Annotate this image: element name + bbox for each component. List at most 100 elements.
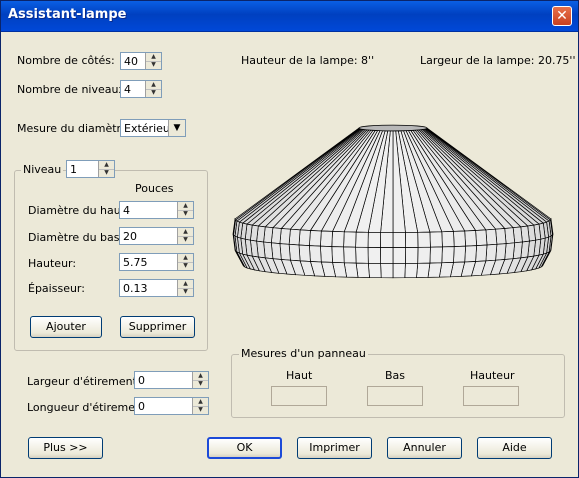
spin-down-icon[interactable]: ▼: [99, 169, 114, 177]
lamp-facet: [429, 246, 443, 264]
diameter-measure-select[interactable]: Extérieur ▼: [120, 119, 186, 137]
lamp-facet: [380, 263, 394, 279]
spin-down-icon[interactable]: ▼: [146, 61, 161, 69]
height-value[interactable]: 5.75: [123, 256, 148, 269]
lamp-facet: [355, 246, 369, 264]
lamp-facet: [279, 228, 291, 245]
stretch-width-spinner[interactable]: 0 ▲ ▼: [134, 371, 209, 389]
panel-top-label: Haut: [286, 369, 313, 382]
spin-down-icon[interactable]: ▼: [193, 380, 208, 388]
thickness-spinner[interactable]: 0.13 ▲ ▼: [119, 279, 194, 297]
title-bar: Assistant-lampe ✕: [1, 1, 578, 32]
thickness-spin-arrows[interactable]: ▲ ▼: [177, 280, 193, 296]
add-button[interactable]: Ajouter: [30, 316, 102, 338]
diameter-measure-value: Extérieur: [124, 122, 175, 135]
spin-down-icon[interactable]: ▼: [146, 89, 161, 97]
lamp-facet: [355, 262, 370, 278]
sides-value[interactable]: 40: [124, 55, 138, 68]
bottom-diameter-spinner[interactable]: 20 ▲ ▼: [119, 227, 194, 245]
lamp-facet: [427, 262, 443, 278]
lamp-facet: [441, 231, 455, 248]
height-spinner[interactable]: 5.75 ▲ ▼: [119, 253, 194, 271]
lamp-facet: [475, 229, 488, 246]
lamp-facet: [288, 243, 301, 262]
sides-spin-arrows[interactable]: ▲ ▼: [145, 53, 161, 69]
lamp-facet: [298, 244, 311, 262]
lamp-facet: [331, 231, 345, 248]
bottom-diameter-value[interactable]: 20: [123, 230, 137, 243]
top-diameter-value[interactable]: 4: [123, 204, 130, 217]
bottom-diameter-label: Diamètre du bas:: [28, 231, 124, 244]
top-diameter-label: Diamètre du haut:: [28, 204, 129, 217]
lamp-facet: [475, 244, 488, 262]
lamp-facet: [453, 230, 466, 247]
lamp-preview: [232, 124, 554, 279]
levels-spinner[interactable]: 4 ▲ ▼: [120, 80, 162, 98]
panel-height-box: [463, 386, 519, 406]
spin-down-icon[interactable]: ▼: [193, 406, 208, 414]
lamp-facet: [320, 245, 333, 263]
panel-bottom-box: [367, 386, 423, 406]
lamp-facet: [331, 246, 345, 264]
lamp-facet: [417, 231, 431, 248]
lamp-facet: [417, 246, 431, 264]
sides-spinner[interactable]: 40 ▲ ▼: [120, 52, 162, 70]
height-spin-arrows[interactable]: ▲ ▼: [177, 254, 193, 270]
panel-measures-title: Mesures d'un panneau: [239, 347, 368, 360]
thickness-value[interactable]: 0.13: [123, 282, 148, 295]
levels-value[interactable]: 4: [124, 83, 131, 96]
level-value[interactable]: 1: [70, 163, 77, 176]
level-spin-arrows[interactable]: ▲ ▼: [98, 161, 114, 177]
lamp-facet: [380, 232, 394, 248]
close-icon[interactable]: ✕: [552, 6, 572, 26]
lamp-facet: [392, 263, 406, 279]
diameter-measure-label: Mesure du diamètre:: [17, 122, 132, 135]
spin-down-icon[interactable]: ▼: [178, 288, 193, 296]
lamp-facet: [380, 247, 394, 264]
ok-button[interactable]: OK: [207, 437, 282, 459]
lamp-facet: [495, 243, 507, 261]
stretch-width-spin-arrows[interactable]: ▲ ▼: [192, 372, 208, 388]
lamp-facet: [343, 231, 357, 248]
lamp-facet: [429, 231, 443, 248]
panel-bottom-label: Bas: [385, 369, 406, 382]
stretch-length-label: Longueur d'étirement:: [27, 401, 151, 414]
lamp-facet: [404, 262, 419, 279]
delete-button[interactable]: Supprimer: [120, 316, 195, 338]
lamp-facet: [309, 230, 322, 247]
spin-down-icon[interactable]: ▼: [178, 262, 193, 270]
lamp-facet: [309, 245, 322, 263]
stretch-length-spin-arrows[interactable]: ▲ ▼: [192, 398, 208, 414]
lamp-facet: [405, 231, 419, 248]
stretch-length-spinner[interactable]: 0 ▲ ▼: [134, 397, 209, 415]
lamp-facet: [485, 243, 498, 262]
sides-label: Nombre de côtés:: [17, 54, 115, 67]
lamp-facet: [441, 246, 455, 264]
stretch-length-value[interactable]: 0: [138, 400, 145, 413]
spin-down-icon[interactable]: ▼: [178, 236, 193, 244]
height-label: Hauteur:: [28, 257, 77, 270]
bottom-diameter-spin-arrows[interactable]: ▲ ▼: [177, 228, 193, 244]
lamp-facet: [485, 228, 498, 246]
levels-label: Nombre de niveaux:: [17, 83, 129, 96]
levels-spin-arrows[interactable]: ▲ ▼: [145, 81, 161, 97]
panel-height-label: Hauteur: [470, 369, 515, 382]
lamp-facet: [495, 228, 507, 245]
stretch-width-value[interactable]: 0: [138, 374, 145, 387]
stretch-width-label: Largeur d'étirement:: [27, 375, 141, 388]
spin-down-icon[interactable]: ▼: [178, 210, 193, 218]
lamp-facet: [416, 262, 431, 278]
print-button[interactable]: Imprimer: [297, 437, 372, 459]
help-button[interactable]: Aide: [477, 437, 552, 459]
lamp-facet: [405, 247, 419, 264]
lamp-wizard-dialog: Assistant-lampe ✕ Nombre de côtés: 40 ▲ ▼…: [0, 0, 579, 478]
top-diameter-spinner[interactable]: 4 ▲ ▼: [119, 201, 194, 219]
lamp-facet: [343, 246, 357, 264]
more-button[interactable]: Plus >>: [28, 437, 103, 459]
chevron-down-icon[interactable]: ▼: [168, 120, 185, 136]
cancel-button[interactable]: Annuler: [387, 437, 462, 459]
lamp-facet: [392, 247, 406, 264]
lamp-facet: [367, 231, 381, 248]
level-spinner[interactable]: 1 ▲ ▼: [66, 160, 115, 178]
top-diameter-spin-arrows[interactable]: ▲ ▼: [177, 202, 193, 218]
